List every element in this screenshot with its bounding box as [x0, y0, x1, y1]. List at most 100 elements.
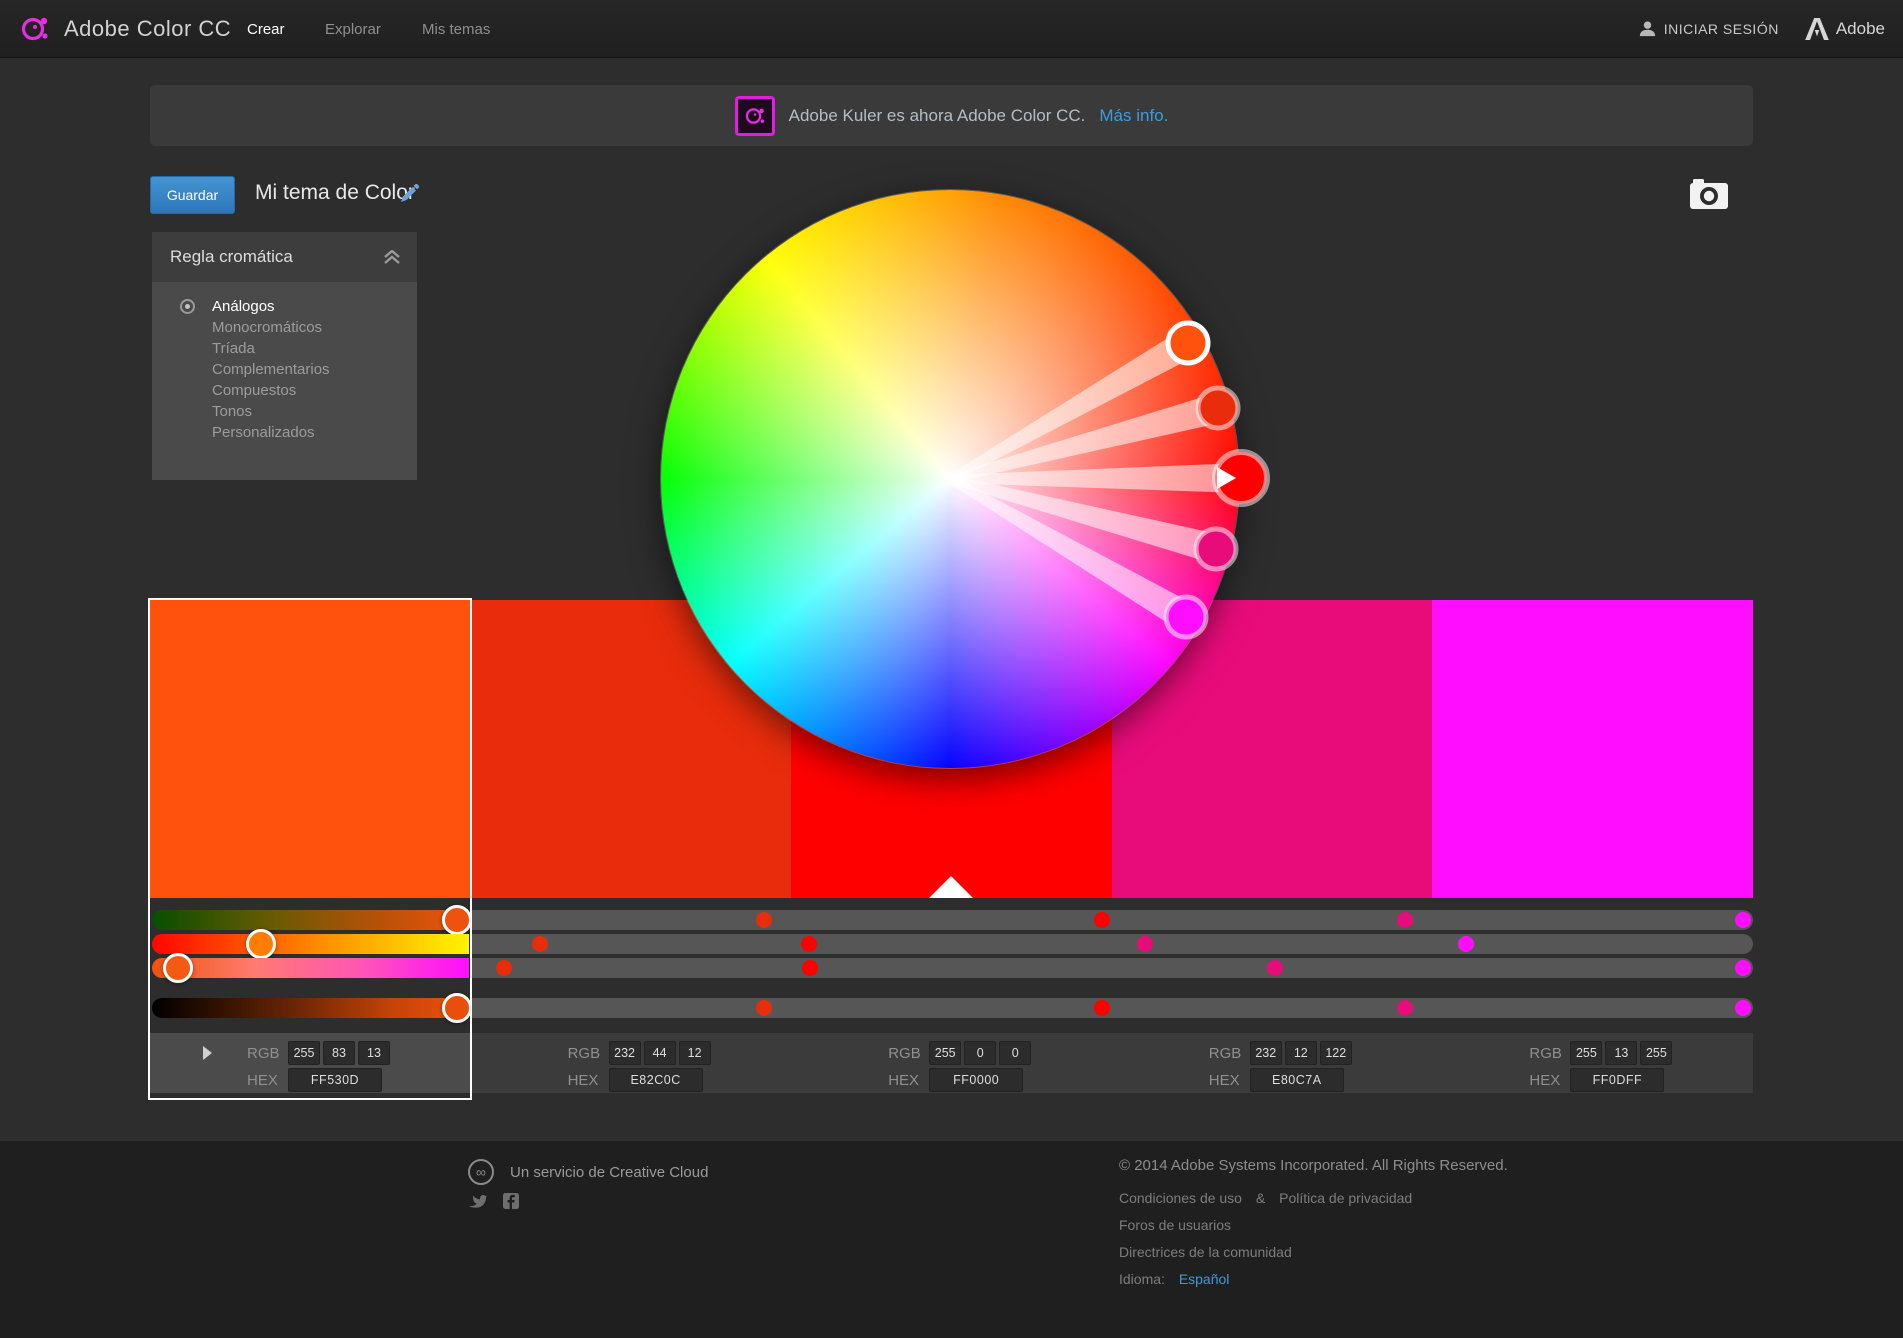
color-slider[interactable]	[791, 998, 1112, 1018]
rule-item-compuestos[interactable]: Compuestos	[152, 380, 417, 401]
slider-dot[interactable]	[756, 1000, 772, 1016]
slider-dot[interactable]	[756, 912, 772, 928]
slider-handle[interactable]	[442, 905, 472, 935]
rgb-value-field[interactable]: 83	[323, 1041, 355, 1065]
color-slider[interactable]	[152, 998, 469, 1018]
nav-item-explorar[interactable]: Explorar	[325, 21, 381, 38]
rgb-value-field[interactable]: 12	[1285, 1041, 1317, 1065]
color-slider[interactable]	[1432, 958, 1753, 978]
guidelines-link[interactable]: Directrices de la comunidad	[1119, 1244, 1508, 1260]
slider-dot[interactable]	[802, 960, 818, 976]
hex-value-field[interactable]: E82C0C	[609, 1068, 703, 1092]
color-swatch[interactable]	[1432, 600, 1753, 898]
color-rule-header[interactable]: Regla cromática	[152, 232, 417, 282]
adobe-link[interactable]: Adobe	[1805, 18, 1885, 40]
color-slider[interactable]	[1112, 998, 1433, 1018]
rgb-value-field[interactable]: 122	[1320, 1041, 1352, 1065]
color-swatch[interactable]	[150, 600, 471, 898]
color-slider[interactable]	[152, 958, 469, 978]
color-slider[interactable]	[1432, 998, 1753, 1018]
rule-item-personalizados[interactable]: Personalizados	[152, 422, 417, 443]
rgb-value-field[interactable]: 12	[679, 1041, 711, 1065]
color-slider[interactable]	[1112, 958, 1433, 978]
facebook-icon[interactable]	[503, 1193, 519, 1209]
slider-dot[interactable]	[1397, 1000, 1413, 1016]
rule-item-tríada[interactable]: Tríada	[152, 338, 417, 359]
color-slider[interactable]	[471, 910, 792, 930]
rule-item-análogos[interactable]: Análogos	[152, 296, 417, 317]
color-marker[interactable]	[1198, 388, 1238, 428]
theme-title[interactable]: Mi tema de Color	[255, 181, 415, 205]
color-marker[interactable]	[1168, 323, 1208, 363]
rgb-value-field[interactable]: 255	[288, 1041, 320, 1065]
disclosure-triangle-icon[interactable]	[203, 1046, 212, 1060]
slider-dot[interactable]	[1137, 936, 1153, 952]
rgb-value-field[interactable]: 0	[964, 1041, 996, 1065]
rule-item-complementarios[interactable]: Complementarios	[152, 359, 417, 380]
terms-link[interactable]: Condiciones de uso	[1119, 1190, 1242, 1206]
forums-link[interactable]: Foros de usuarios	[1119, 1217, 1508, 1233]
nav-item-mis-temas[interactable]: Mis temas	[422, 21, 490, 38]
camera-icon[interactable]	[1690, 177, 1728, 209]
color-slider[interactable]	[152, 910, 469, 930]
slider-dot[interactable]	[1397, 912, 1413, 928]
swatch-info: RGB23212122HEXE80C7A	[1112, 1033, 1433, 1093]
color-slider[interactable]	[791, 958, 1112, 978]
rgb-value-field[interactable]: 232	[1250, 1041, 1282, 1065]
slider-dot[interactable]	[1458, 936, 1474, 952]
edit-pencil-icon[interactable]	[398, 183, 420, 205]
privacy-link[interactable]: Política de privacidad	[1279, 1190, 1412, 1206]
hex-value-field[interactable]: FF0000	[929, 1068, 1023, 1092]
color-slider[interactable]	[471, 958, 792, 978]
rgb-label: RGB	[888, 1045, 926, 1062]
rgb-value-field[interactable]: 255	[1570, 1041, 1602, 1065]
color-slider[interactable]	[152, 934, 469, 954]
hex-label: HEX	[247, 1072, 285, 1089]
slider-handle[interactable]	[442, 993, 472, 1023]
nav-item-crear[interactable]: Crear	[247, 21, 285, 38]
slider-handle[interactable]	[163, 953, 193, 983]
rgb-value-field[interactable]: 232	[609, 1041, 641, 1065]
rgb-value-field[interactable]: 13	[1605, 1041, 1637, 1065]
color-slider[interactable]	[471, 934, 792, 954]
rgb-value-field[interactable]: 44	[644, 1041, 676, 1065]
rule-item-monocromáticos[interactable]: Monocromáticos	[152, 317, 417, 338]
color-slider[interactable]	[471, 998, 792, 1018]
slider-dot[interactable]	[1094, 912, 1110, 928]
slider-dot[interactable]	[1735, 1000, 1751, 1016]
slider-dot[interactable]	[532, 936, 548, 952]
color-marker[interactable]	[1166, 597, 1206, 637]
rgb-value-field[interactable]: 0	[999, 1041, 1031, 1065]
color-marker[interactable]	[1196, 529, 1236, 569]
collapse-chevrons-icon[interactable]	[383, 250, 401, 265]
color-slider[interactable]	[1112, 934, 1433, 954]
hex-value-field[interactable]: E80C7A	[1250, 1068, 1344, 1092]
sign-in-button[interactable]: INICIAR SESIÓN	[1639, 20, 1779, 37]
rgb-value-field[interactable]: 255	[929, 1041, 961, 1065]
slider-dot[interactable]	[1267, 960, 1283, 976]
hex-row: HEXFF0000	[888, 1068, 1112, 1092]
rgb-value-field[interactable]: 13	[358, 1041, 390, 1065]
slider-dot[interactable]	[496, 960, 512, 976]
slider-dot[interactable]	[1735, 960, 1751, 976]
twitter-icon[interactable]	[468, 1193, 487, 1209]
rgb-value-field[interactable]: 255	[1640, 1041, 1672, 1065]
hex-value-field[interactable]: FF0DFF	[1570, 1068, 1664, 1092]
rule-item-tonos[interactable]: Tonos	[152, 401, 417, 422]
hex-value-field[interactable]: FF530D	[288, 1068, 382, 1092]
color-slider[interactable]	[1432, 910, 1753, 930]
color-slider[interactable]	[791, 934, 1112, 954]
brand[interactable]: Adobe Color CC	[20, 14, 231, 44]
color-slider[interactable]	[1432, 934, 1753, 954]
slider-dot[interactable]	[1094, 1000, 1110, 1016]
color-slider[interactable]	[791, 910, 1112, 930]
slider-dot[interactable]	[1735, 912, 1751, 928]
language-link[interactable]: Español	[1179, 1271, 1230, 1287]
save-button[interactable]: Guardar	[150, 176, 235, 214]
swatch-column-1: RGB2558313HEXFF530D	[150, 600, 471, 1100]
color-slider[interactable]	[1112, 910, 1433, 930]
slider-handle[interactable]	[246, 929, 276, 959]
banner-more-info-link[interactable]: Más info.	[1099, 106, 1168, 126]
slider-dot[interactable]	[801, 936, 817, 952]
copyright-text: © 2014 Adobe Systems Incorporated. All R…	[1119, 1157, 1508, 1174]
